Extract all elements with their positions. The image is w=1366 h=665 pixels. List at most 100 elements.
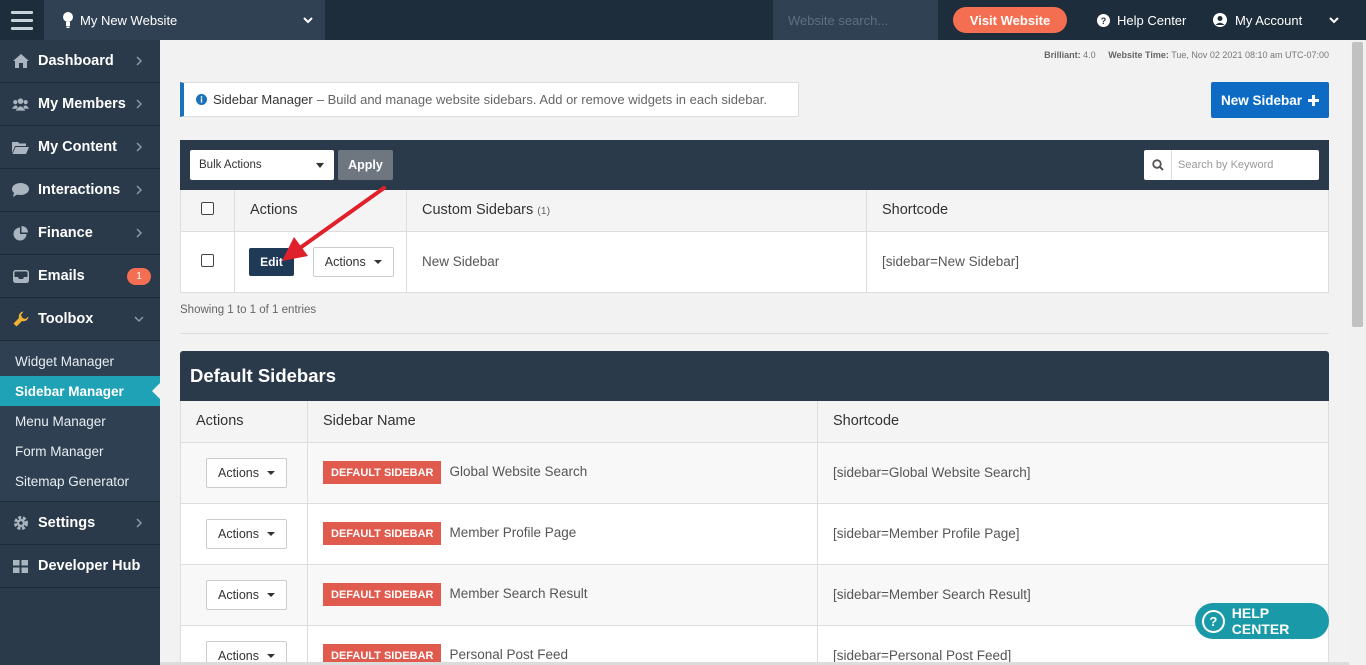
chevron-right-icon: [136, 185, 143, 195]
help-center-label: Help Center: [1117, 12, 1187, 28]
chevron-right-icon: [136, 99, 143, 109]
caret-down-icon: [267, 653, 275, 658]
sidebar-item-emails[interactable]: Emails 1: [0, 255, 160, 298]
info-icon: [196, 94, 207, 105]
my-account-link[interactable]: My Account: [1213, 0, 1302, 40]
caret-down-icon: [316, 163, 324, 168]
visit-website-button[interactable]: Visit Website: [953, 7, 1067, 33]
default-sidebars-table: Actions Sidebar Name Shortcode Actions D…: [180, 401, 1329, 665]
chat-icon: [12, 182, 29, 199]
sidebar-item-label: Interactions: [38, 182, 121, 198]
custom-sidebars-toolbar: Bulk Actions Apply: [180, 140, 1329, 190]
brilliant-version: 4.0: [1083, 50, 1096, 60]
my-account-label: My Account: [1235, 12, 1303, 28]
sidebar-item-my-members[interactable]: My Members: [0, 83, 160, 126]
site-meta: Brilliant: 4.0 Website Time: Tue, Nov 02…: [1044, 50, 1329, 60]
search-icon: [1144, 150, 1172, 180]
sidebar-item-dashboard[interactable]: Dashboard: [0, 40, 160, 83]
row-actions-dropdown[interactable]: Actions: [206, 457, 287, 488]
new-sidebar-button[interactable]: New Sidebar: [1211, 82, 1329, 118]
website-search-input[interactable]: [773, 0, 938, 40]
sidebar-name: Member Search Result: [449, 586, 588, 602]
row-actions-dropdown[interactable]: Actions: [206, 518, 287, 549]
sidebar-name-cell: DEFAULT SIDEBAR Global Website Search: [307, 441, 818, 504]
submenu-form-manager[interactable]: Form Manager: [0, 436, 160, 466]
custom-sidebars-table: Actions Custom Sidebars (1) Shortcode Ed…: [180, 190, 1329, 293]
row-actions-dropdown[interactable]: Actions: [312, 246, 394, 277]
apply-button[interactable]: Apply: [338, 150, 393, 180]
submenu-menu-manager[interactable]: Menu Manager: [0, 406, 160, 436]
custom-sidebars-header-label: Custom Sidebars: [422, 202, 534, 219]
website-time-label: Website Time:: [1108, 50, 1169, 60]
chevron-down-icon[interactable]: [1327, 13, 1341, 27]
column-header-actions: Actions: [180, 401, 308, 443]
sidebar-name-cell: New Sidebar: [406, 230, 867, 293]
sidebar-name: Global Website Search: [449, 464, 588, 480]
edit-button[interactable]: Edit: [249, 247, 294, 276]
new-sidebar-label: New Sidebar: [1220, 92, 1303, 108]
brilliant-label: Brilliant:: [1044, 50, 1081, 60]
sidebar-item-settings[interactable]: Settings: [0, 502, 160, 545]
sidebar-item-my-content[interactable]: My Content: [0, 126, 160, 169]
column-header-shortcode: Shortcode: [817, 401, 1329, 443]
svg-text:?: ?: [1101, 16, 1107, 26]
website-selector[interactable]: My New Website: [44, 0, 325, 40]
shortcode-cell: [sidebar=New Sidebar]: [866, 230, 1329, 293]
scrollbar-thumb[interactable]: [1352, 42, 1363, 327]
default-sidebar-badge: DEFAULT SIDEBAR: [323, 522, 442, 545]
sidebar-item-interactions[interactable]: Interactions: [0, 169, 160, 212]
help-center-floating-button[interactable]: ? HELP CENTER: [1195, 603, 1329, 639]
table-row: Actions DEFAULT SIDEBAR Member Profile Pa…: [180, 502, 1329, 565]
pie-chart-icon: [12, 225, 29, 242]
toolbox-submenu: Widget Manager Sidebar Manager Menu Mana…: [0, 341, 160, 502]
home-icon: [12, 53, 29, 70]
table-row: Actions DEFAULT SIDEBAR Member Search Res…: [180, 563, 1329, 626]
keyword-search: [1144, 150, 1319, 180]
sidebar-item-label: My Content: [38, 139, 117, 155]
sidebar-nav: Dashboard My Members My Content Interact…: [0, 40, 160, 665]
page-title: Sidebar Manager: [213, 92, 313, 107]
sidebar-name-cell: DEFAULT SIDEBAR Member Profile Page: [307, 502, 818, 565]
chevron-right-icon: [136, 142, 143, 152]
caret-down-icon: [267, 531, 275, 536]
sidebar-item-label: Toolbox: [38, 311, 94, 327]
chevron-right-icon: [136, 228, 143, 238]
sidebar-item-toolbox[interactable]: Toolbox: [0, 298, 160, 341]
table-row: Actions DEFAULT SIDEBAR Personal Post Fee…: [180, 624, 1329, 665]
column-header-shortcode: Shortcode: [866, 190, 1329, 232]
custom-sidebars-count: (1): [537, 205, 551, 218]
submenu-sidebar-manager[interactable]: Sidebar Manager: [0, 376, 160, 406]
sidebar-item-finance[interactable]: Finance: [0, 212, 160, 255]
row-actions-label: Actions: [218, 587, 259, 602]
default-sidebar-badge: DEFAULT SIDEBAR: [323, 461, 442, 484]
sidebar-item-label: Finance: [38, 225, 93, 241]
column-header-custom-sidebars: Custom Sidebars (1): [406, 190, 867, 232]
help-center-link[interactable]: ? Help Center: [1097, 0, 1186, 40]
row-actions-label: Actions: [324, 254, 366, 269]
page-description: – Build and manage website sidebars. Add…: [316, 92, 767, 107]
row-select-cell: [180, 230, 235, 293]
row-actions-cell: Actions: [180, 502, 308, 565]
submenu-sitemap-generator[interactable]: Sitemap Generator: [0, 466, 160, 496]
page-scrollbar[interactable]: [1349, 40, 1366, 665]
caret-down-icon: [267, 470, 275, 475]
website-name: My New Website: [80, 12, 178, 28]
select-all-checkbox[interactable]: [201, 201, 214, 215]
row-checkbox[interactable]: [201, 253, 214, 267]
bulk-actions-select[interactable]: Bulk Actions: [190, 150, 334, 180]
submenu-widget-manager[interactable]: Widget Manager: [0, 346, 160, 376]
caret-down-icon: [373, 259, 382, 264]
chevron-down-icon: [303, 17, 313, 24]
hamburger-menu-icon[interactable]: [0, 0, 44, 40]
sidebar-name: Member Profile Page: [449, 525, 577, 541]
bulk-actions-label: Bulk Actions: [199, 159, 262, 171]
question-circle-icon: ?: [1202, 609, 1225, 633]
help-center-float-label: HELP CENTER: [1231, 605, 1290, 637]
keyword-search-input[interactable]: [1172, 159, 1312, 171]
sidebar-item-developer-hub[interactable]: Developer Hub: [0, 545, 160, 588]
user-circle-icon: [1213, 13, 1227, 27]
lightbulb-icon: [63, 12, 73, 28]
row-actions-dropdown[interactable]: Actions: [206, 579, 287, 610]
gear-icon: [12, 515, 29, 532]
question-circle-icon: ?: [1097, 13, 1110, 27]
